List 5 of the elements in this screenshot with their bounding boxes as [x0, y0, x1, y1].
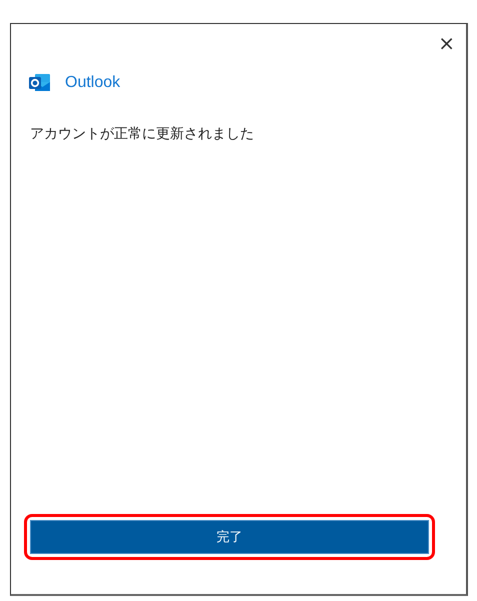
status-message: アカウントが正常に更新されました: [30, 125, 255, 143]
close-button[interactable]: ×: [435, 32, 458, 54]
mail-logo-icon: [29, 73, 51, 93]
app-name: Outlook: [65, 74, 120, 92]
done-button[interactable]: 完了: [30, 520, 429, 554]
